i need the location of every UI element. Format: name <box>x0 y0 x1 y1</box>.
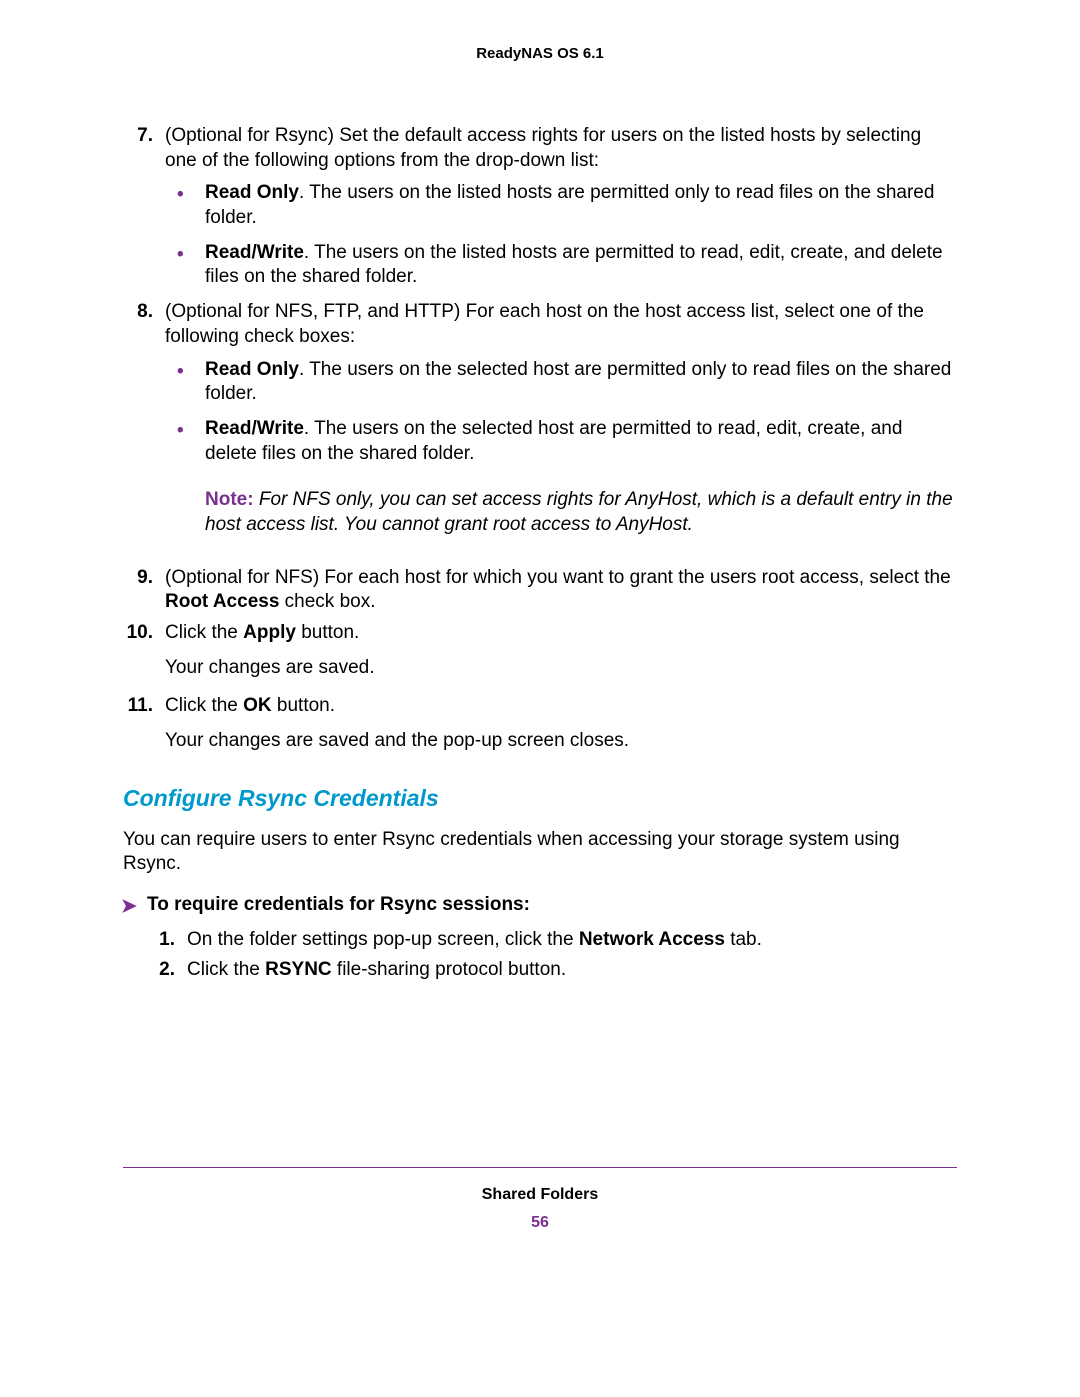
step-text-pre: (Optional for NFS) For each host for whi… <box>165 567 951 588</box>
step-text-post: tab. <box>725 929 762 950</box>
bullet-list: • Read Only. The users on the listed hos… <box>165 181 957 290</box>
step-result: Your changes are saved and the pop-up sc… <box>165 729 957 754</box>
note-text: For NFS only, you can set access rights … <box>205 489 953 535</box>
footer-section-name: Shared Folders <box>123 1186 957 1204</box>
step-text-post: button. <box>272 695 335 716</box>
step-text-post: file-sharing protocol button. <box>332 959 566 980</box>
step-text-bold: Network Access <box>579 929 725 950</box>
step-number: 1. <box>145 928 175 953</box>
step-8: 8. (Optional for NFS, FTP, and HTTP) For… <box>123 300 957 538</box>
instruction-2: 2. Click the RSYNC file-sharing protocol… <box>145 958 957 983</box>
instruction-heading-text: To require credentials for Rsync session… <box>147 894 530 915</box>
step-number: 11. <box>123 694 153 719</box>
step-number: 10. <box>123 621 153 646</box>
option-desc: . The users on the listed hosts are perm… <box>205 242 943 288</box>
option-label: Read/Write <box>205 242 304 263</box>
step-text-post: button. <box>296 622 359 643</box>
bullet-icon: • <box>177 419 184 444</box>
bullet-item: • Read/Write. The users on the selected … <box>165 417 957 466</box>
step-text-post: check box. <box>279 591 375 612</box>
bullet-icon: • <box>177 183 184 208</box>
bullet-icon: • <box>177 360 184 385</box>
step-9: 9. (Optional for NFS) For each host for … <box>123 566 957 615</box>
step-number: 7. <box>123 124 153 149</box>
instruction-heading: ➤ To require credentials for Rsync sessi… <box>123 893 957 918</box>
step-text-pre: On the folder settings pop-up screen, cl… <box>187 929 579 950</box>
instruction-list: 1. On the folder settings pop-up screen,… <box>145 928 957 983</box>
step-text-pre: Click the <box>165 695 243 716</box>
step-text: (Optional for Rsync) Set the default acc… <box>165 125 921 171</box>
step-10: 10. Click the Apply button. <box>123 621 957 646</box>
step-number: 9. <box>123 566 153 591</box>
bullet-item: • Read Only. The users on the listed hos… <box>165 181 957 230</box>
footer-page-number: 56 <box>123 1214 957 1232</box>
step-list-continued: 7. (Optional for Rsync) Set the default … <box>123 124 957 646</box>
bullet-item: • Read/Write. The users on the listed ho… <box>165 241 957 290</box>
section-heading: Configure Rsync Credentials <box>123 784 957 814</box>
step-number: 8. <box>123 300 153 325</box>
section-intro: You can require users to enter Rsync cre… <box>123 828 957 877</box>
bullet-icon: • <box>177 243 184 268</box>
option-label: Read/Write <box>205 418 304 439</box>
note-block: Note: For NFS only, you can set access r… <box>165 488 957 537</box>
bullet-item: • Read Only. The users on the selected h… <box>165 358 957 407</box>
instruction-1: 1. On the folder settings pop-up screen,… <box>145 928 957 953</box>
running-header: ReadyNAS OS 6.1 <box>123 45 957 62</box>
step-11: 11. Click the OK button. <box>123 694 957 719</box>
note-label: Note: <box>205 489 254 510</box>
document-page: ReadyNAS OS 6.1 7. (Optional for Rsync) … <box>0 0 1080 1397</box>
arrow-icon: ➤ <box>121 895 137 920</box>
step-text-bold: OK <box>243 695 272 716</box>
option-desc: . The users on the selected host are per… <box>205 418 902 464</box>
step-text-bold: Apply <box>243 622 296 643</box>
step-list-continued-2: 11. Click the OK button. <box>123 694 957 719</box>
page-footer: Shared Folders 56 <box>123 1167 957 1232</box>
bullet-list: • Read Only. The users on the selected h… <box>165 358 957 467</box>
step-7: 7. (Optional for Rsync) Set the default … <box>123 124 957 290</box>
step-number: 2. <box>145 958 175 983</box>
step-text-pre: Click the <box>187 959 265 980</box>
page-content: 7. (Optional for Rsync) Set the default … <box>123 124 957 983</box>
step-text-bold: Root Access <box>165 591 279 612</box>
option-desc: . The users on the selected host are per… <box>205 359 951 405</box>
option-label: Read Only <box>205 359 299 380</box>
option-desc: . The users on the listed hosts are perm… <box>205 182 934 228</box>
option-label: Read Only <box>205 182 299 203</box>
step-text-pre: Click the <box>165 622 243 643</box>
step-text-bold: RSYNC <box>265 959 332 980</box>
step-result: Your changes are saved. <box>165 656 957 681</box>
step-text: (Optional for NFS, FTP, and HTTP) For ea… <box>165 301 924 347</box>
